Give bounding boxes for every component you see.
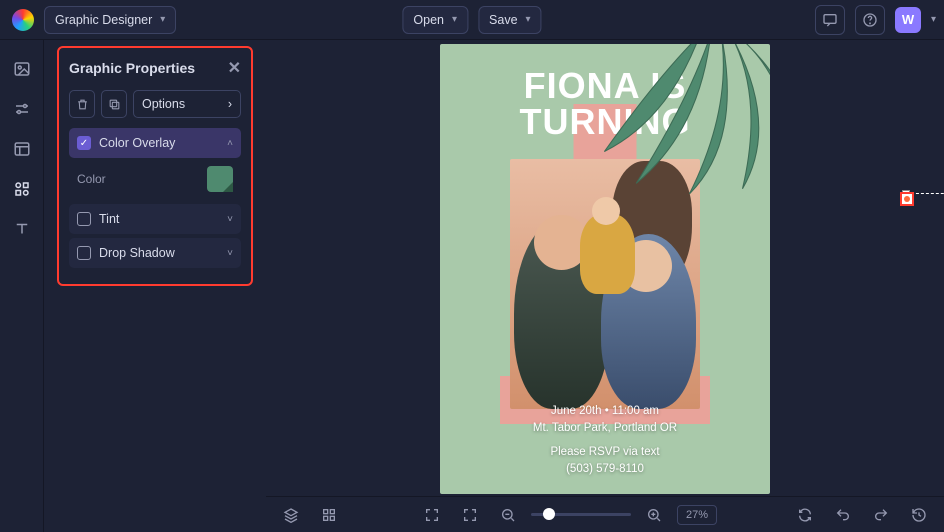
grid-button[interactable] [314,500,344,530]
photo [510,159,700,409]
design-card[interactable]: FIONA IS TURNING June 20th • 11:00 am Mt… [440,44,770,494]
fit-button[interactable] [455,500,485,530]
history-button[interactable] [904,500,934,530]
mode-dropdown[interactable]: Graphic Designer ▾ [44,6,176,34]
selection-box[interactable] [906,84,944,194]
chevron-down-icon: ▾ [160,14,165,25]
color-overlay-body: Color [69,158,241,200]
app-logo [12,9,34,31]
section-label: Color Overlay [99,136,175,150]
top-bar: Graphic Designer ▾ Open ▾ Save ▾ W ▾ [0,0,944,40]
save-dropdown[interactable]: Save ▾ [478,6,542,34]
open-dropdown[interactable]: Open ▾ [402,6,468,34]
layers-button[interactable] [276,500,306,530]
rotation-handle[interactable] [900,192,914,206]
bottom-bar: 27% [266,496,944,532]
comments-button[interactable] [815,5,845,35]
color-swatch[interactable] [207,166,233,192]
color-label: Color [77,172,106,186]
section-label: Tint [99,212,119,226]
tool-adjust[interactable] [11,98,33,120]
section-label: Drop Shadow [99,246,175,260]
fullscreen-button[interactable] [417,500,447,530]
zoom-in-button[interactable] [639,500,669,530]
properties-panel: Graphic Properties ✕ Options › ✓ Color O… [57,46,253,286]
undo-button[interactable] [828,500,858,530]
zoom-label[interactable]: 27% [677,505,717,525]
zoom-out-button[interactable] [493,500,523,530]
options-dropdown[interactable]: Options › [133,90,241,118]
mode-label: Graphic Designer [55,13,152,27]
panel-title: Graphic Properties [69,60,195,76]
zoom-slider[interactable] [531,513,631,516]
section-tint[interactable]: Tint ˅ [69,204,241,234]
sync-button[interactable] [790,500,820,530]
chevron-down-icon: ▾ [452,14,457,25]
chevron-down-icon: ˅ [227,214,233,225]
canvas-area[interactable]: FIONA IS TURNING June 20th • 11:00 am Mt… [266,40,944,496]
tool-templates[interactable] [11,138,33,160]
checkbox-icon[interactable] [77,246,91,260]
save-label: Save [489,13,518,27]
close-icon[interactable]: ✕ [228,58,241,78]
section-color-overlay[interactable]: ✓ Color Overlay ˄ [69,128,241,158]
section-drop-shadow[interactable]: Drop Shadow ˅ [69,238,241,268]
checkbox-icon[interactable] [77,212,91,226]
tool-text[interactable] [11,218,33,240]
tool-image[interactable] [11,58,33,80]
duplicate-button[interactable] [101,90,127,118]
help-button[interactable] [855,5,885,35]
open-label: Open [413,13,444,27]
chevron-up-icon: ˄ [227,138,233,149]
options-label: Options [142,97,185,111]
avatar-initial: W [902,12,914,27]
tool-elements[interactable] [11,178,33,200]
left-toolbar [0,40,44,532]
chevron-down-icon: ˅ [227,248,233,259]
chevron-down-icon[interactable]: ▾ [931,14,936,25]
chevron-down-icon: ▾ [526,14,531,25]
invite-text: June 20th • 11:00 am Mt. Tabor Park, Por… [440,403,770,478]
delete-button[interactable] [69,90,95,118]
palm-graphic [590,44,770,194]
checkbox-checked-icon[interactable]: ✓ [77,136,91,150]
chevron-right-icon: › [228,97,232,111]
avatar[interactable]: W [895,7,921,33]
redo-button[interactable] [866,500,896,530]
